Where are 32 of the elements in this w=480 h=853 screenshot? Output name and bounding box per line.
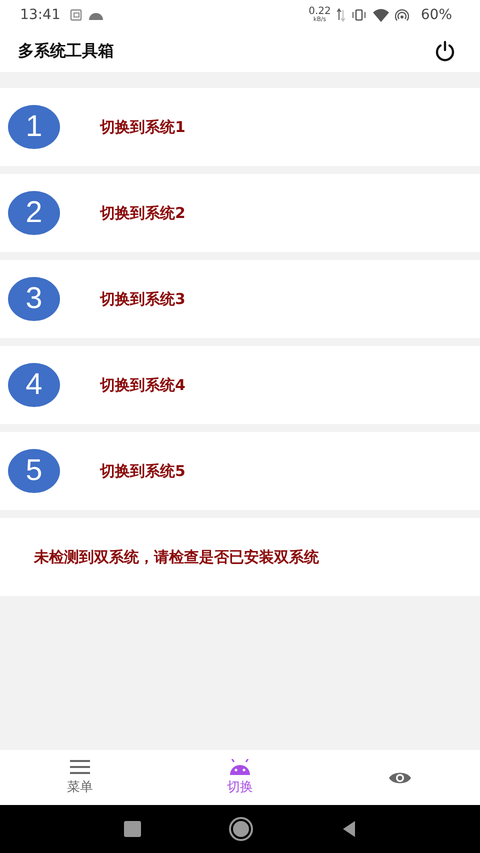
switch-label: 切换到系统2: [100, 204, 186, 222]
number-badge: 4: [8, 363, 60, 407]
status-time: 13:41: [20, 7, 60, 23]
vibrate-icon: [350, 9, 367, 21]
switch-label: 切换到系统3: [100, 290, 186, 308]
home-button[interactable]: [230, 819, 250, 839]
recents-button[interactable]: [124, 821, 140, 837]
battery-level: 60%: [420, 7, 452, 23]
number-badge: 5: [8, 449, 60, 493]
number-badge: 3: [8, 277, 60, 321]
system-switch-row[interactable]: 5 切换到系统5: [0, 432, 480, 510]
warning-message: 未检测到双系统，请检查是否已安装双系统: [34, 548, 319, 566]
system-switch-row[interactable]: 1 切换到系统1: [0, 88, 480, 166]
nav-tab[interactable]: 切换: [160, 750, 320, 805]
transfer-arrows-icon: [336, 8, 345, 22]
system-switch-row[interactable]: 3 切换到系统3: [0, 260, 480, 338]
hotspot-icon: [394, 9, 409, 21]
network-speed: 0.22: [308, 7, 331, 17]
nav-tab[interactable]: 菜单: [0, 750, 160, 805]
number-badge: 2: [8, 191, 60, 235]
wifi-icon: [372, 8, 389, 22]
app-title: 多系统工具箱: [18, 40, 114, 62]
switch-label: 切换到系统1: [100, 118, 186, 136]
back-icon[interactable]: [340, 820, 356, 838]
system-switch-row[interactable]: 4 切换到系统4: [0, 346, 480, 424]
switch-label: 切换到系统5: [100, 462, 186, 480]
menu-icon: [69, 759, 91, 775]
system-switch-row[interactable]: 2 切换到系统2: [0, 174, 480, 252]
switch-label: 切换到系统4: [100, 376, 186, 394]
number-badge: 1: [8, 105, 60, 149]
power-button[interactable]: [434, 40, 456, 62]
screenshot-icon: [70, 9, 82, 21]
